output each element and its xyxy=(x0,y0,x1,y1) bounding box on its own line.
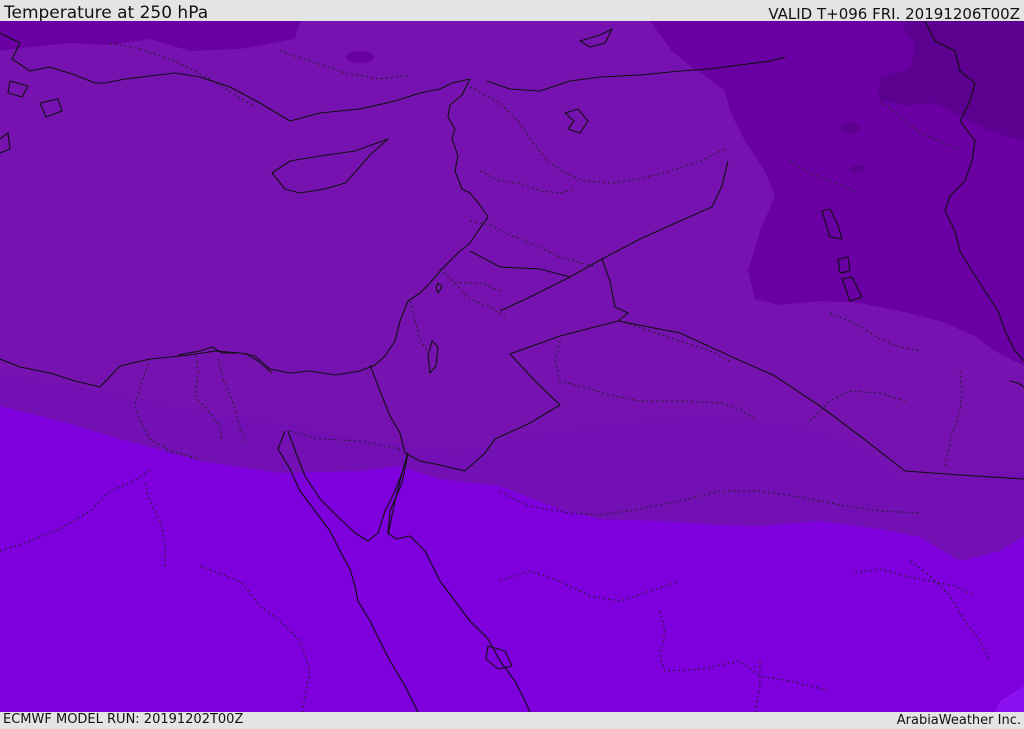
map-footer: ECMWF MODEL RUN: 20191202T00Z ArabiaWeat… xyxy=(0,712,1024,729)
model-run-label: ECMWF MODEL RUN: 20191202T00Z xyxy=(3,712,244,727)
map-canvas xyxy=(0,21,1024,712)
map-title: Temperature at 250 hPa xyxy=(4,3,209,23)
cold-pocket xyxy=(346,51,374,63)
coldest-pocket xyxy=(840,122,860,134)
credit-label: ArabiaWeather Inc. xyxy=(896,713,1021,728)
temperature-map[interactable] xyxy=(0,21,1024,712)
map-header: Temperature at 250 hPa VALID T+096 FRI. … xyxy=(0,0,1024,23)
coldest-pocket xyxy=(850,165,866,173)
